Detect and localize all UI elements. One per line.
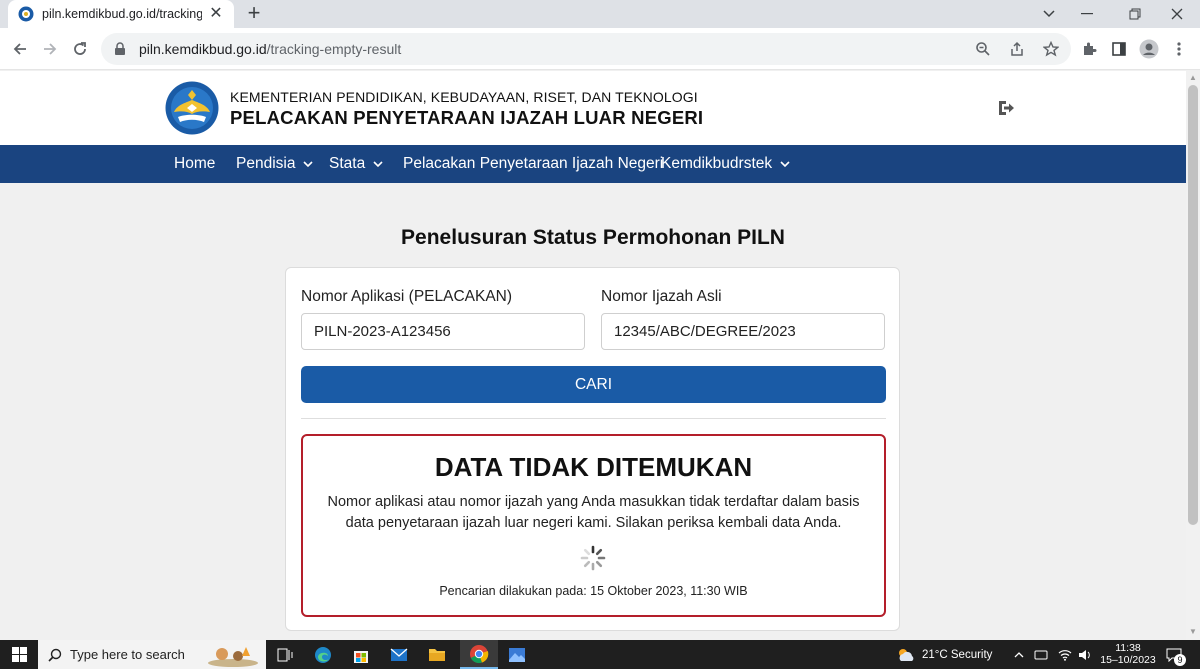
windows-taskbar: Type here to search 21°C Security 11:38 …: [0, 640, 1200, 669]
extensions-icon[interactable]: [1077, 37, 1101, 61]
logout-icon[interactable]: [996, 98, 1016, 118]
site-header: KEMENTERIAN PENDIDIKAN, KEBUDAYAAN, RISE…: [0, 71, 1186, 145]
browser-tabstrip: piln.kemdikbud.go.id/tracking-e ✕ +: [0, 0, 1200, 28]
nav-kemdikbud[interactable]: Kemdikbudrstek: [661, 145, 790, 183]
web-page: KEMENTERIAN PENDIDIKAN, KEBUDAYAAN, RISE…: [0, 71, 1186, 640]
diploma-number-label: Nomor Ijazah Asli: [601, 288, 722, 305]
chrome-icon[interactable]: [460, 640, 498, 669]
zoom-icon[interactable]: [973, 39, 993, 59]
lock-icon: [115, 42, 125, 55]
not-found-alert: DATA TIDAK DITEMUKAN Nomor aplikasi atau…: [301, 434, 886, 617]
nav-home[interactable]: Home: [174, 145, 215, 183]
notification-center-icon[interactable]: 9: [1166, 640, 1186, 669]
weather-widget[interactable]: 21°C Security: [896, 640, 992, 669]
nav-pelacakan[interactable]: Pelacakan Penyetaraan Ijazah Negeri: [403, 145, 663, 183]
page-scrollbar[interactable]: ▲ ▼: [1186, 71, 1200, 640]
nav-pendisia-label: Pendisia: [236, 155, 296, 172]
search-highlight-illustration-icon: [208, 647, 258, 667]
share-icon[interactable]: [1007, 39, 1027, 59]
loading-spinner-icon: [580, 545, 606, 571]
scroll-down-icon[interactable]: ▼: [1189, 628, 1197, 636]
clock-time: 11:38: [1115, 642, 1141, 654]
site-favicon-icon: [18, 6, 34, 22]
chevron-down-icon: [373, 161, 383, 168]
tut-wuri-handayani-logo-icon[interactable]: [165, 81, 219, 135]
volume-icon[interactable]: [1078, 640, 1092, 669]
browser-tab[interactable]: piln.kemdikbud.go.id/tracking-e ✕: [8, 0, 234, 28]
url-host: piln.kemdikbud.go.id: [139, 41, 267, 57]
minimize-icon[interactable]: [1064, 0, 1110, 28]
scroll-up-icon[interactable]: ▲: [1189, 74, 1197, 82]
page-title: Penelusuran Status Permohonan PILN: [401, 226, 785, 249]
new-tab-icon[interactable]: +: [242, 2, 266, 26]
nav-home-label: Home: [174, 155, 216, 172]
address-bar[interactable]: piln.kemdikbud.go.id/tracking-empty-resu…: [101, 33, 1071, 65]
url-path: /tracking-empty-result: [266, 41, 402, 57]
mail-icon[interactable]: [380, 640, 418, 669]
notification-badge: 9: [1174, 654, 1186, 666]
search-timestamp: Pencarian dilakukan pada: 15 Oktober 202…: [439, 584, 748, 598]
alert-message: Nomor aplikasi atau nomor ijazah yang An…: [327, 494, 860, 531]
network-wifi-icon[interactable]: [1058, 640, 1072, 669]
tab-close-icon[interactable]: ✕: [208, 6, 224, 22]
side-panel-icon[interactable]: [1107, 37, 1131, 61]
windows-start-icon[interactable]: [0, 640, 38, 669]
taskbar-search-box[interactable]: Type here to search: [38, 640, 266, 669]
diploma-number-input[interactable]: [601, 313, 885, 350]
app-number-label: Nomor Aplikasi (PELACAKAN): [301, 288, 513, 305]
nav-pendisia[interactable]: Pendisia: [236, 145, 314, 183]
restore-icon[interactable]: [1112, 0, 1158, 28]
profile-avatar-icon[interactable]: [1137, 37, 1161, 61]
reload-icon[interactable]: [68, 37, 92, 61]
main-nav: Home Pendisia Stata Pelacakan Penyetaraa…: [0, 145, 1186, 183]
browser-toolbar: piln.kemdikbud.go.id/tracking-empty-resu…: [0, 28, 1200, 70]
weather-text: 21°C Security: [922, 648, 993, 661]
chevron-down-icon: [303, 161, 314, 168]
search-icon: [48, 648, 62, 662]
clock-date: 15–10/2023: [1100, 654, 1156, 666]
chevron-down-icon: [780, 161, 790, 168]
tray-chevron-up-icon[interactable]: [1014, 640, 1024, 669]
scrollbar-thumb[interactable]: [1188, 85, 1198, 525]
photos-icon[interactable]: [498, 640, 536, 669]
nav-pelacakan-label: Pelacakan Penyetaraan Ijazah Negeri: [403, 155, 664, 172]
weather-cloud-icon: [899, 648, 914, 661]
nav-stata-label: Stata: [329, 155, 366, 172]
taskbar-clock[interactable]: 11:38 15–10/2023: [1098, 642, 1158, 666]
app-number-input[interactable]: [301, 313, 585, 350]
alert-title: DATA TIDAK DITEMUKAN: [434, 452, 753, 482]
edge-browser-icon[interactable]: [304, 640, 342, 669]
browser-menu-icon[interactable]: [1167, 37, 1191, 61]
task-view-icon[interactable]: [266, 640, 304, 669]
tracking-form-card: Nomor Aplikasi (PELACAKAN) Nomor Ijazah …: [285, 267, 900, 631]
back-icon[interactable]: [8, 37, 32, 61]
site-title: PELACAKAN PENYETARAAN IJAZAH LUAR NEGERI: [230, 107, 704, 128]
close-window-icon[interactable]: [1154, 0, 1200, 28]
nav-kemdikbud-label: Kemdikbudrstek: [661, 155, 773, 172]
forward-icon[interactable]: [38, 37, 62, 61]
nav-stata[interactable]: Stata: [329, 145, 383, 183]
ministry-name: KEMENTERIAN PENDIDIKAN, KEBUDAYAAN, RISE…: [230, 89, 698, 105]
tray-app-icon[interactable]: [1034, 640, 1048, 669]
tab-title: piln.kemdikbud.go.id/tracking-e: [42, 7, 202, 21]
microsoft-store-icon[interactable]: [342, 640, 380, 669]
divider: [301, 418, 886, 419]
search-button[interactable]: CARI: [301, 366, 886, 403]
file-explorer-icon[interactable]: [418, 640, 456, 669]
bookmark-star-icon[interactable]: [1041, 39, 1061, 59]
taskbar-search-placeholder: Type here to search: [70, 647, 185, 662]
